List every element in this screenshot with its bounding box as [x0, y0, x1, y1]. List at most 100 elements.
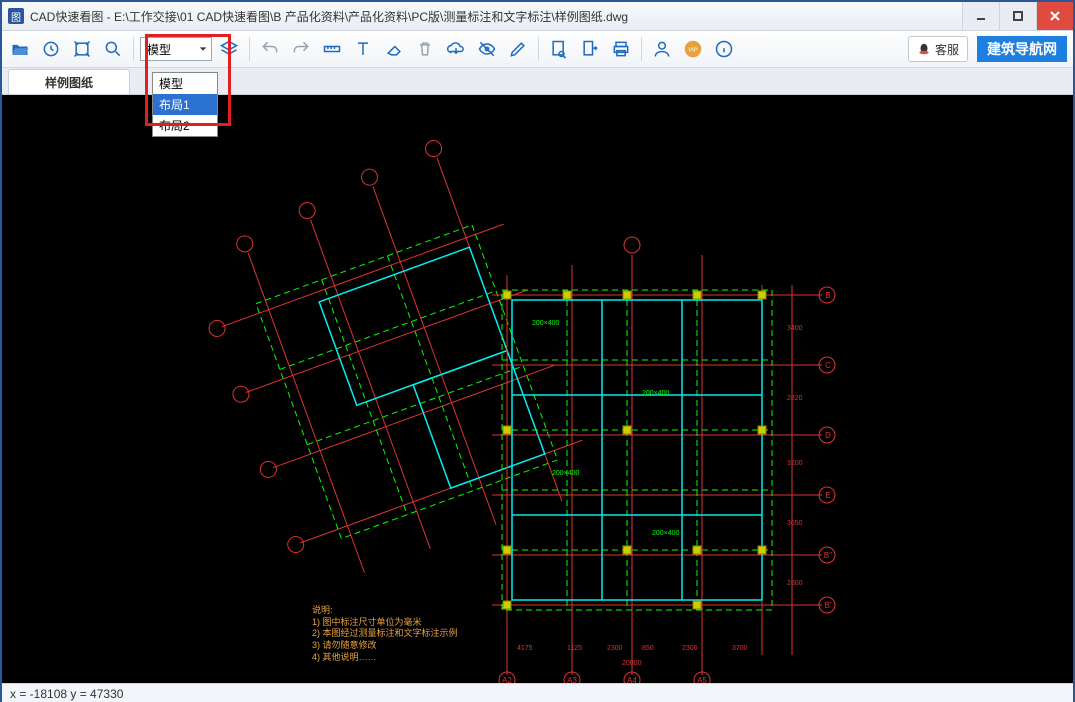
chevron-down-icon — [195, 38, 211, 60]
maximize-button[interactable] — [999, 2, 1036, 30]
titlebar: 图 CAD快速看图 - E:\工作交接\01 CAD快速看图\B 产品化资料\产… — [2, 2, 1073, 31]
svg-text:2820: 2820 — [787, 395, 803, 402]
eraser-button[interactable] — [380, 35, 408, 63]
banner-label: 建筑导航网 — [987, 39, 1057, 59]
tab-label: 样例图纸 — [45, 74, 93, 91]
print-button[interactable] — [607, 35, 635, 63]
text-button[interactable] — [349, 35, 377, 63]
drawing-note: 说明: 1) 图中标注尺寸单位为毫米 2) 本图经过测量标注和文字标注示例 3)… — [312, 605, 458, 663]
eye-off-icon — [477, 39, 497, 59]
edit-button[interactable] — [504, 35, 532, 63]
layout-combobox[interactable]: 模型 — [140, 37, 212, 61]
app-name-text: CAD快速看图 — [30, 10, 103, 24]
user-icon — [652, 39, 672, 59]
find-button[interactable] — [545, 35, 573, 63]
layers-button[interactable] — [215, 35, 243, 63]
layout-option-model[interactable]: 模型 — [153, 73, 217, 94]
hide-annotation-button[interactable] — [473, 35, 501, 63]
undo-button[interactable] — [256, 35, 284, 63]
layout-option-layout1[interactable]: 布局1 — [153, 94, 217, 115]
extents-icon — [72, 39, 92, 59]
document-tab[interactable]: 样例图纸 — [8, 69, 130, 94]
cloud-download-button[interactable] — [442, 35, 470, 63]
svg-text:D: D — [825, 431, 831, 440]
svg-text:C: C — [825, 361, 831, 370]
zoom-extents-button[interactable] — [68, 35, 96, 63]
toolbar-sep-1 — [133, 37, 134, 61]
magnifier-icon — [103, 39, 123, 59]
app-icon: 图 — [8, 8, 24, 24]
layers-icon — [219, 39, 239, 59]
minimize-icon — [975, 10, 987, 22]
close-button[interactable] — [1036, 2, 1073, 30]
svg-text:B: B — [825, 291, 830, 300]
export-button[interactable] — [576, 35, 604, 63]
toolbar-sep-2 — [249, 37, 250, 61]
redo-icon — [291, 39, 311, 59]
redo-button[interactable] — [287, 35, 315, 63]
svg-text:B'': B'' — [824, 551, 833, 560]
main-toolbar: 模型 — [2, 31, 1073, 68]
layout-dropdown: 模型 布局1 布局2 — [152, 72, 218, 137]
window-controls — [962, 2, 1073, 30]
svg-text:2300: 2300 — [682, 645, 698, 652]
layout-combo-value: 模型 — [147, 41, 171, 58]
account-button[interactable] — [648, 35, 676, 63]
svg-text:850: 850 — [642, 645, 654, 652]
clock-icon — [41, 39, 61, 59]
recent-button[interactable] — [37, 35, 65, 63]
minimize-button[interactable] — [962, 2, 999, 30]
svg-text:200×400: 200×400 — [532, 320, 560, 327]
search-doc-icon — [549, 39, 569, 59]
undo-icon — [260, 39, 280, 59]
open-file-button[interactable] — [6, 35, 34, 63]
cad-drawing: 200×400 200×400 200×400 200×400 4175 112… — [2, 95, 1073, 683]
qq-icon — [917, 42, 931, 56]
svg-text:4175: 4175 — [517, 645, 533, 652]
zoom-window-button[interactable] — [99, 35, 127, 63]
svg-text:3400: 3400 — [787, 325, 803, 332]
export-icon — [580, 39, 600, 59]
trash-icon — [415, 39, 435, 59]
window-title: CAD快速看图 - E:\工作交接\01 CAD快速看图\B 产品化资料\产品化… — [30, 8, 962, 25]
toolbar-sep-3 — [538, 37, 539, 61]
svg-text:200×400: 200×400 — [652, 530, 680, 537]
print-icon — [611, 39, 631, 59]
vip-icon: VIP — [683, 39, 703, 59]
svg-text:20000: 20000 — [622, 660, 642, 667]
statusbar: x = -18108 y = 47330 — [2, 683, 1073, 702]
svg-text:A4: A4 — [627, 676, 637, 683]
cloud-download-icon — [446, 39, 466, 59]
info-button[interactable] — [710, 35, 738, 63]
svg-text:2300: 2300 — [607, 645, 623, 652]
ruler-icon — [322, 39, 342, 59]
svg-text:3700: 3700 — [732, 645, 748, 652]
svg-text:A3: A3 — [567, 676, 577, 683]
app-window: 图 CAD快速看图 - E:\工作交接\01 CAD快速看图\B 产品化资料\产… — [0, 0, 1075, 702]
layout-option-layout2[interactable]: 布局2 — [153, 115, 217, 136]
file-path-text: E:\工作交接\01 CAD快速看图\B 产品化资料\产品化资料\PC版\测量标… — [114, 10, 628, 24]
close-icon — [1049, 10, 1061, 22]
svg-text:200×400: 200×400 — [642, 390, 670, 397]
vip-button[interactable]: VIP — [679, 35, 707, 63]
svg-text:A5: A5 — [697, 676, 707, 683]
svg-text:200×400: 200×400 — [552, 470, 580, 477]
svg-text:E: E — [825, 491, 830, 500]
measure-button[interactable] — [318, 35, 346, 63]
banner-link[interactable]: 建筑导航网 — [977, 36, 1067, 62]
svg-text:1125: 1125 — [567, 645, 582, 652]
svg-text:3050: 3050 — [787, 520, 803, 527]
service-label: 客服 — [935, 41, 959, 58]
toolbar-sep-4 — [641, 37, 642, 61]
coord-readout: x = -18108 y = 47330 — [10, 687, 123, 701]
svg-text:2800: 2800 — [787, 580, 803, 587]
delete-button[interactable] — [411, 35, 439, 63]
maximize-icon — [1012, 10, 1024, 22]
svg-text:B': B' — [825, 601, 832, 610]
customer-service-button[interactable]: 客服 — [908, 36, 968, 62]
info-icon — [714, 39, 734, 59]
drawing-canvas[interactable]: 200×400 200×400 200×400 200×400 4175 112… — [2, 95, 1073, 683]
eraser-icon — [384, 39, 404, 59]
svg-text:VIP: VIP — [688, 48, 698, 54]
svg-text:A2: A2 — [502, 676, 512, 683]
